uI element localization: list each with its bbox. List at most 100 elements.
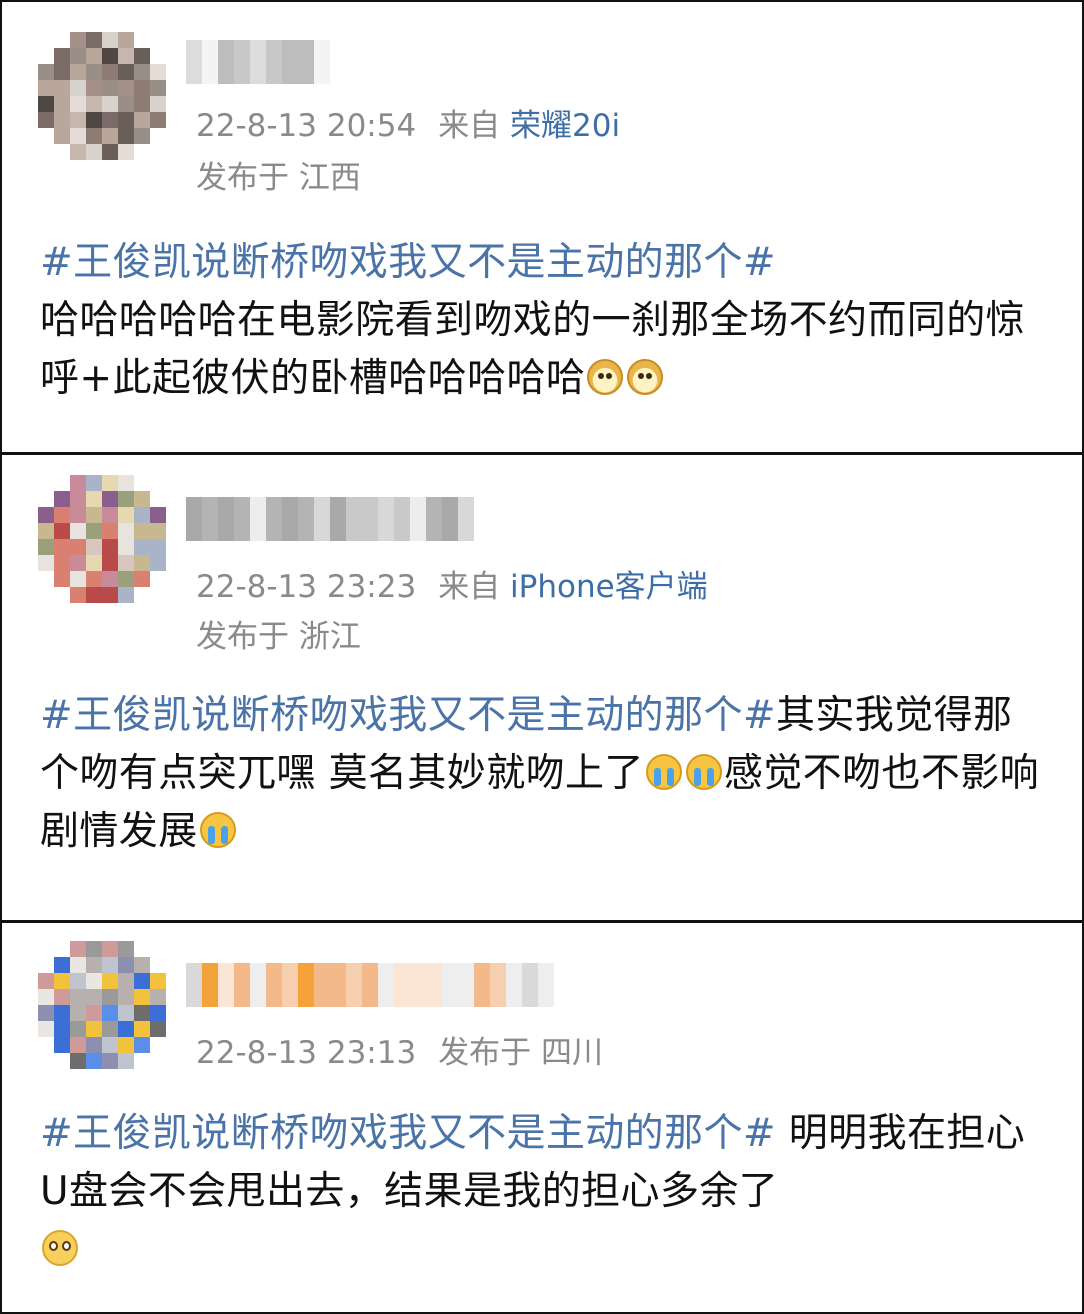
- name-blur-block: [346, 497, 362, 541]
- name-blur-block: [266, 40, 282, 84]
- avatar-pixel: [118, 112, 134, 128]
- avatar-pixel: [118, 128, 134, 144]
- avatar-pixel: [86, 1053, 102, 1069]
- avatar-pixel: [54, 96, 70, 112]
- avatar-pixel: [54, 48, 70, 64]
- avatar-pixel: [86, 32, 102, 48]
- avatar-pixel: [118, 1021, 134, 1037]
- avatar-pixel: [86, 128, 102, 144]
- username-blurred[interactable]: [186, 963, 554, 1007]
- avatar-pixel: [54, 507, 70, 523]
- avatar-pixel: [70, 973, 86, 989]
- avatar-pixel: [54, 989, 70, 1005]
- avatar-pixel: [70, 507, 86, 523]
- avatar-pixel: [38, 1037, 54, 1053]
- location-label: 发布于: [438, 1035, 532, 1071]
- avatar-pixel: [150, 941, 166, 957]
- device-link[interactable]: iPhone客户端: [510, 569, 708, 605]
- avatar-pixel: [134, 1037, 150, 1053]
- name-blur-block: [202, 963, 218, 1007]
- avatar-pixel: [102, 973, 118, 989]
- avatar-pixel: [54, 32, 70, 48]
- avatar-pixel: [134, 32, 150, 48]
- name-blur-block: [330, 497, 346, 541]
- avatar-pixel: [118, 973, 134, 989]
- avatar-pixel: [86, 1021, 102, 1037]
- avatar-pixel: [102, 48, 118, 64]
- avatar-pixel: [102, 80, 118, 96]
- avatar[interactable]: [38, 475, 166, 603]
- avatar-pixel: [54, 587, 70, 603]
- avatar-pixel: [70, 1053, 86, 1069]
- avatar-pixel: [134, 64, 150, 80]
- username-blurred[interactable]: [186, 497, 474, 541]
- avatar-pixel: [150, 475, 166, 491]
- avatar-pixel: [54, 523, 70, 539]
- location-label: 发布于: [196, 619, 289, 655]
- avatar-pixel: [102, 1005, 118, 1021]
- avatar-pixel: [38, 96, 54, 112]
- avatar-pixel: [150, 64, 166, 80]
- avatar-pixel: [118, 144, 134, 160]
- name-blur-block: [426, 963, 442, 1007]
- username-blurred[interactable]: [186, 40, 330, 84]
- avatar-pixel: [86, 571, 102, 587]
- avatar-pixel: [134, 1021, 150, 1037]
- avatar-pixel: [118, 555, 134, 571]
- avatar-pixel: [54, 491, 70, 507]
- avatar-pixel: [54, 144, 70, 160]
- name-blur-block: [218, 40, 234, 84]
- avatar-pixel: [70, 96, 86, 112]
- avatar[interactable]: [38, 941, 166, 1069]
- name-blur-block: [458, 963, 474, 1007]
- avatar[interactable]: [38, 32, 166, 160]
- name-blur-block: [218, 497, 234, 541]
- avatar-pixel: [86, 96, 102, 112]
- source-label: 来自: [438, 569, 501, 605]
- avatar-pixel: [86, 80, 102, 96]
- name-blur-block: [282, 497, 298, 541]
- topic-hashtag[interactable]: #王俊凯说断桥吻戏我又不是主动的那个#: [40, 240, 776, 285]
- comment-card: 22-8-13 23:23 来自 iPhone客户端 发布于 浙江 #王俊凯说断桥…: [0, 453, 1084, 922]
- avatar-pixel: [70, 1005, 86, 1021]
- name-blur-block: [522, 963, 538, 1007]
- avatar-pixel: [102, 957, 118, 973]
- avatar-pixel: [102, 112, 118, 128]
- avatar-pixel: [118, 941, 134, 957]
- avatar-pixel: [38, 555, 54, 571]
- avatar-pixel: [38, 112, 54, 128]
- avatar-pixel: [70, 941, 86, 957]
- avatar-pixel: [38, 1005, 54, 1021]
- name-blur-block: [266, 497, 282, 541]
- avatar-pixel: [38, 64, 54, 80]
- timestamp: 22-8-13 23:23: [196, 569, 417, 605]
- name-blur-block: [234, 963, 250, 1007]
- avatar-pixel: [150, 144, 166, 160]
- name-blur-block: [218, 963, 234, 1007]
- avatar-pixel: [38, 507, 54, 523]
- device-link[interactable]: 荣耀20i: [510, 108, 620, 144]
- avatar-pixel: [134, 555, 150, 571]
- avatar-pixel: [86, 1037, 102, 1053]
- avatar-pixel: [86, 555, 102, 571]
- avatar-pixel: [86, 475, 102, 491]
- avatar-pixel: [102, 523, 118, 539]
- avatar-pixel: [102, 507, 118, 523]
- topic-hashtag[interactable]: #王俊凯说断桥吻戏我又不是主动的那个#: [40, 1111, 776, 1156]
- crying-emoji: [685, 754, 722, 790]
- avatar-pixel: [118, 96, 134, 112]
- avatar-pixel: [134, 128, 150, 144]
- avatar-pixel: [70, 539, 86, 555]
- post-text: 哈哈哈哈哈在电影院看到吻戏的一刹那全场不约而同的惊呼+此起彼伏的卧槽哈哈哈哈哈: [40, 298, 1026, 401]
- avatar-pixel: [54, 957, 70, 973]
- name-blur-block: [186, 963, 202, 1007]
- avatar-pixel: [54, 64, 70, 80]
- name-blur-block: [234, 40, 250, 84]
- avatar-pixel: [150, 491, 166, 507]
- comment-card: 22-8-13 20:54 来自 荣耀20i 发布于 江西 #王俊凯说断桥吻戏我又…: [0, 0, 1084, 454]
- avatar-pixel: [70, 128, 86, 144]
- avatar-pixel: [118, 523, 134, 539]
- avatar-pixel: [54, 941, 70, 957]
- topic-hashtag[interactable]: #王俊凯说断桥吻戏我又不是主动的那个#: [40, 693, 776, 738]
- avatar-pixel: [134, 941, 150, 957]
